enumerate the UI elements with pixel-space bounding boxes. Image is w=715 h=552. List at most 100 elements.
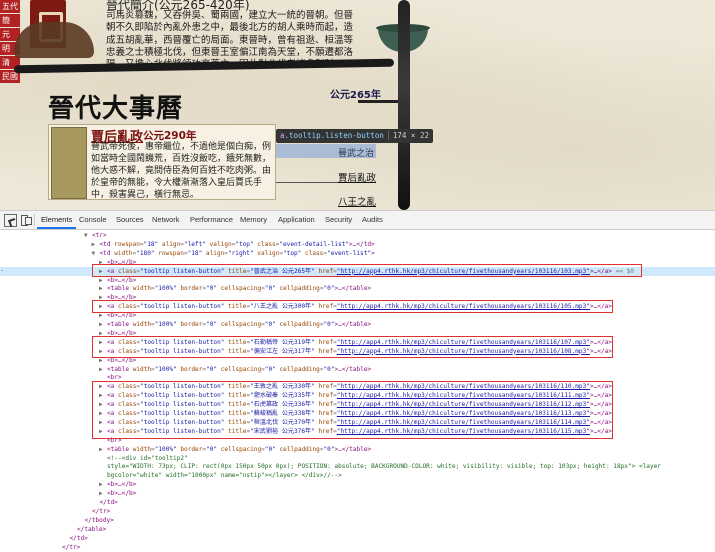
artifact-image bbox=[14, 22, 94, 58]
left-nav-item[interactable]: 簡 bbox=[0, 14, 20, 27]
dom-node-row[interactable]: style="WIDTH: 73px; CLIP: rect(0px 150px… bbox=[0, 462, 715, 471]
event-link-jiahou[interactable]: 賈后亂政 bbox=[338, 170, 376, 184]
dom-token: >…</table> bbox=[334, 321, 372, 328]
dom-token: <b>…</b> bbox=[107, 312, 137, 320]
dom-node-row[interactable]: ▶ <td rowspan="18" align="left" valign="t… bbox=[0, 240, 715, 249]
dom-token: style="WIDTH: 73px; CLIP: rect(0px 150px… bbox=[107, 463, 661, 471]
left-nav-item[interactable]: 五代 bbox=[0, 0, 20, 13]
dom-node-row[interactable]: ▶ <b>…</b> bbox=[0, 489, 715, 498]
dom-token: <table bbox=[107, 445, 133, 453]
devtools-tab-performance[interactable]: Performance bbox=[186, 211, 237, 229]
dom-token: "0" bbox=[206, 445, 218, 453]
expand-triangle-icon[interactable]: ▶ bbox=[99, 320, 107, 329]
dom-node-row[interactable]: </td> bbox=[0, 534, 715, 543]
dom-token: <td bbox=[99, 240, 115, 248]
brush-stroke-timeline bbox=[398, 0, 410, 210]
dom-token: rowspan bbox=[114, 240, 140, 248]
dom-token: width bbox=[132, 445, 152, 453]
dom-node-row[interactable]: <!--<div id="tooltip2" bbox=[0, 454, 715, 463]
devtools-tab-security[interactable]: Security bbox=[321, 211, 356, 229]
dom-node-row[interactable]: ▶ <table width="100%" border="0" cellspac… bbox=[0, 320, 715, 329]
event-description: 晉武帝死後，惠帝繼位，不過他是個白痴，例如當時全國鬧饑荒，百姓沒飯吃，餓死無數，… bbox=[91, 142, 272, 200]
collapse-triangle-icon[interactable]: ▼ bbox=[84, 231, 92, 240]
dom-token: "0" bbox=[206, 321, 218, 328]
devtools-tabbar: Elements Console Sources Network Performance… bbox=[0, 211, 715, 230]
dom-token: cellspacing bbox=[217, 321, 262, 328]
dom-token: <!--<div id="tooltip2" bbox=[107, 454, 188, 462]
dom-token: cellspacing bbox=[217, 365, 262, 373]
dom-token: "left" bbox=[183, 240, 206, 248]
dom-token: <b>…</b> bbox=[107, 490, 137, 498]
dom-token: rowspan bbox=[154, 249, 184, 257]
dom-node-row[interactable]: </tr> bbox=[0, 543, 715, 552]
expand-triangle-icon[interactable]: ▶ bbox=[99, 284, 107, 293]
dom-node-row[interactable]: ▶ <table width="100%" border="0" cellspac… bbox=[0, 365, 715, 374]
dom-token: "0" bbox=[264, 365, 276, 373]
devtools-tab-sources[interactable]: Sources bbox=[112, 211, 148, 229]
dom-token: </tbody> bbox=[84, 516, 114, 524]
expand-triangle-icon[interactable]: ▶ bbox=[99, 489, 107, 498]
dom-node-row[interactable]: bgcolor="white" width="1000px" name="nst… bbox=[0, 471, 715, 480]
dom-node-row[interactable]: </td> bbox=[0, 498, 715, 507]
inspector-tooltip: a.tooltip.listen-button 174 × 22 bbox=[276, 129, 433, 143]
event-link-jinwu[interactable]: 晉武之治 bbox=[338, 146, 374, 159]
dom-token: "0" bbox=[323, 445, 335, 453]
dom-token: "100%" bbox=[154, 285, 177, 293]
dom-token: </td> bbox=[69, 534, 88, 542]
dom-token: </table> bbox=[77, 525, 107, 533]
dom-token: <b>…</b> bbox=[107, 481, 137, 489]
dom-node-row[interactable]: ▼ <tr> bbox=[0, 231, 715, 240]
dom-token: >…</table> bbox=[334, 285, 372, 293]
device-toolbar-icon[interactable] bbox=[20, 214, 32, 226]
dom-token: "0" bbox=[206, 365, 218, 373]
dom-token: </tr> bbox=[92, 507, 111, 515]
dom-token: <table bbox=[107, 321, 133, 328]
dom-token: cellspacing bbox=[217, 285, 262, 293]
dom-node-row[interactable]: ▶ <b>…</b> bbox=[0, 480, 715, 489]
dom-token: "18" bbox=[143, 240, 159, 248]
expand-triangle-icon[interactable]: ▶ bbox=[99, 480, 107, 489]
dom-node-row[interactable]: </tbody> bbox=[0, 516, 715, 525]
event-illustration bbox=[51, 127, 87, 199]
tooltip-class: .tooltip.listen-button bbox=[284, 131, 384, 140]
event-link-bawang[interactable]: 八王之亂 bbox=[338, 194, 376, 208]
dom-token: width bbox=[132, 365, 152, 373]
devtools-tab-audits[interactable]: Audits bbox=[358, 211, 387, 229]
event-detail-card: 賈后亂政 公元290年 晉武帝死後，惠帝繼位，不過他是個白痴，例如當時全國鬧饑荒… bbox=[48, 124, 276, 200]
dom-token: <table bbox=[107, 365, 133, 373]
webpage-viewport: 五代簡元明清民國 晉代簡介(公元265-420年) 司馬炎篡魏，又吞併吳、蜀兩國… bbox=[0, 0, 715, 210]
dom-token: cellpadding bbox=[275, 321, 320, 328]
dom-node-row[interactable]: </tr> bbox=[0, 507, 715, 516]
dom-token: cellpadding bbox=[275, 365, 320, 373]
dom-node-row[interactable]: ▶ <table width="100%" border="0" cellspac… bbox=[0, 284, 715, 293]
dom-token: border bbox=[176, 445, 203, 453]
dom-token: cellpadding bbox=[275, 445, 320, 453]
devtools-tab-elements[interactable]: Elements bbox=[37, 211, 77, 229]
expand-triangle-icon[interactable]: ▶ bbox=[99, 445, 107, 454]
dom-node-row[interactable]: ▶ <table width="100%" border="0" cellspac… bbox=[0, 445, 715, 454]
collapse-triangle-icon[interactable]: ▼ bbox=[92, 249, 100, 258]
devtools-panel: Elements Console Sources Network Performance… bbox=[0, 210, 715, 552]
devtools-tab-application[interactable]: Application bbox=[274, 211, 319, 229]
dom-token: <td bbox=[99, 249, 115, 257]
dom-node-row[interactable]: ▼ <td width="180" rowspan="18" align="rig… bbox=[0, 249, 715, 258]
expand-triangle-icon[interactable]: ▶ bbox=[92, 240, 100, 249]
dom-token: bgcolor="white" width="1000px" name="nst… bbox=[107, 472, 342, 480]
inspect-element-icon[interactable] bbox=[4, 214, 17, 227]
dom-token: "0" bbox=[323, 365, 335, 373]
devtools-tab-network[interactable]: Network bbox=[148, 211, 184, 229]
devtools-tab-memory[interactable]: Memory bbox=[236, 211, 271, 229]
dom-token: "100%" bbox=[154, 321, 177, 328]
dom-token: cellspacing bbox=[217, 445, 262, 453]
expand-triangle-icon[interactable]: ▶ bbox=[99, 365, 107, 374]
dom-token: "100%" bbox=[154, 445, 177, 453]
annotation-box-3 bbox=[92, 336, 613, 358]
annotation-box-2 bbox=[92, 300, 613, 313]
dom-node-row[interactable]: </table> bbox=[0, 525, 715, 534]
section-title: 晉代大事曆 bbox=[48, 94, 184, 124]
dom-token: width bbox=[114, 249, 133, 257]
dom-token: align bbox=[202, 249, 225, 257]
dom-token: </td> bbox=[99, 499, 118, 506]
annotation-box-4 bbox=[92, 381, 613, 439]
devtools-tab-console[interactable]: Console bbox=[75, 211, 111, 229]
